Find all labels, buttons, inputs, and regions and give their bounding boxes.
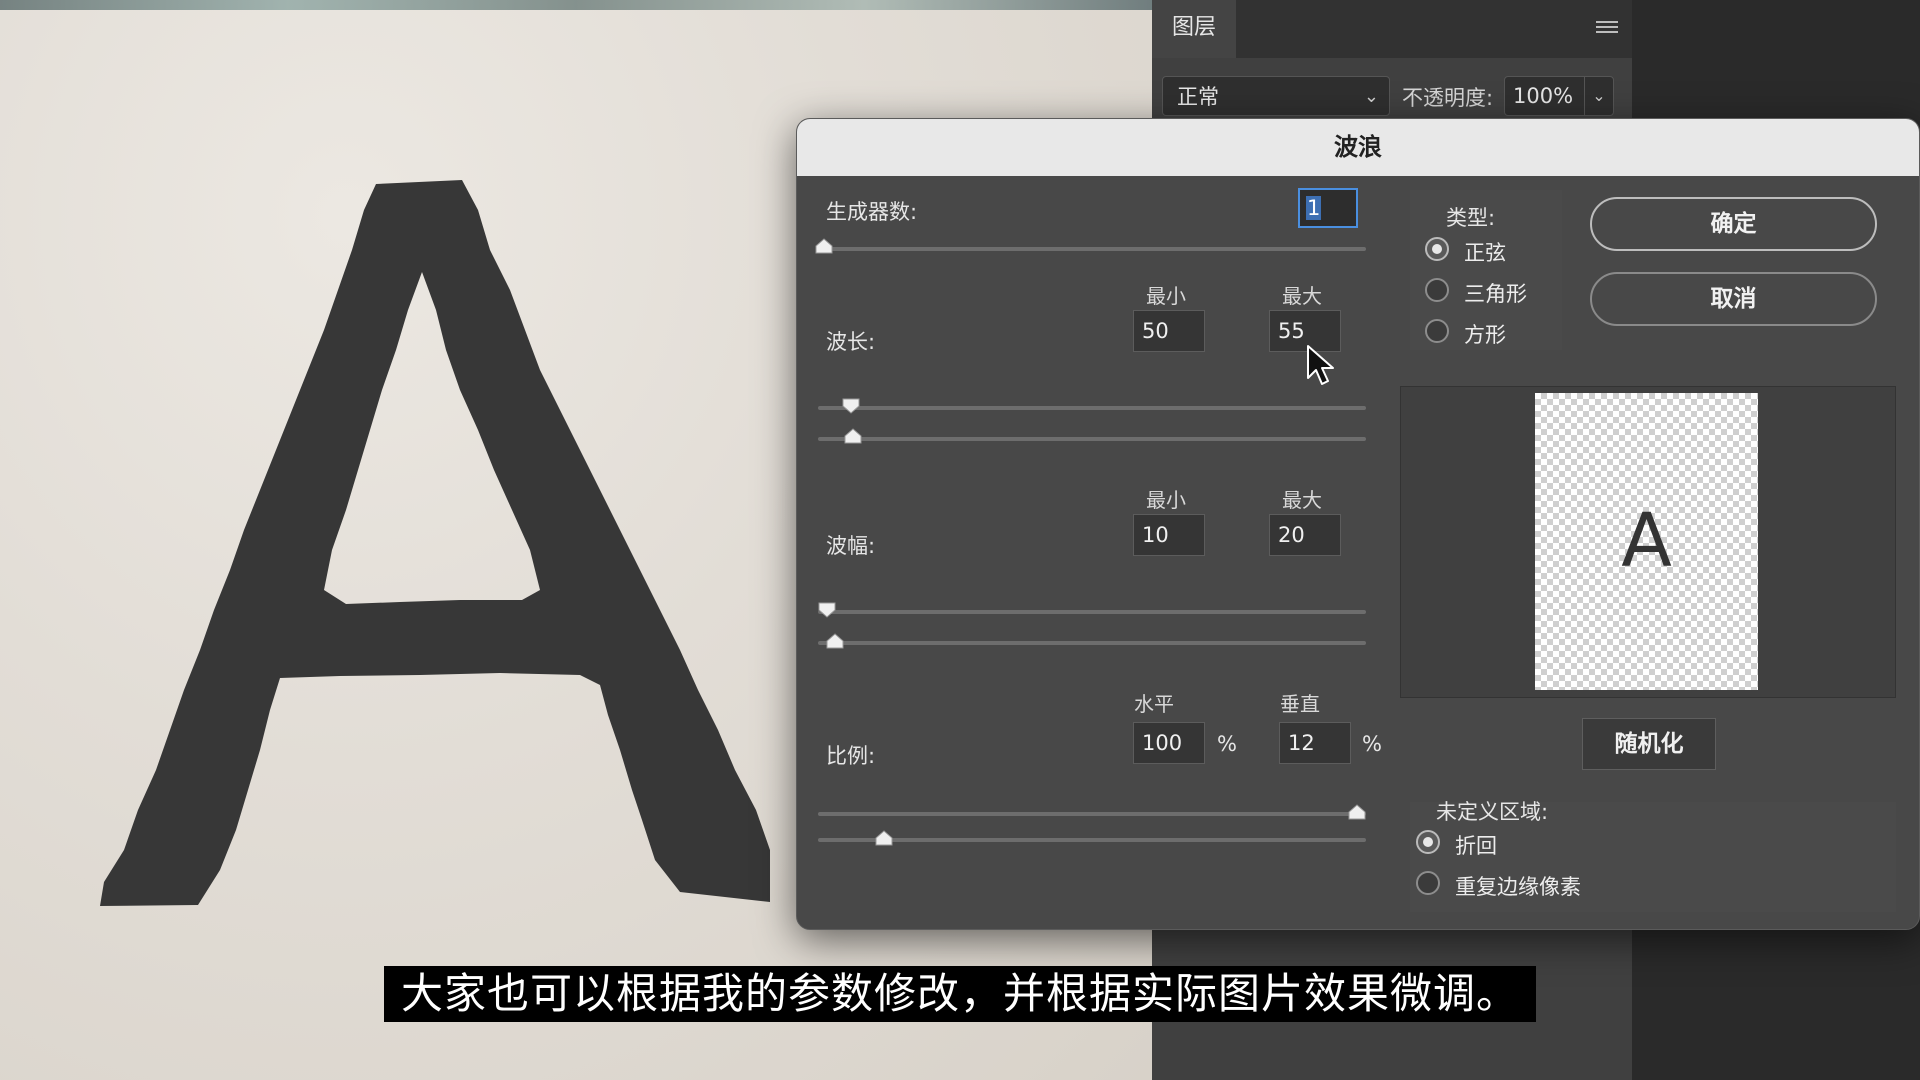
- wavelength-min-slider[interactable]: [818, 406, 1366, 410]
- opacity-value: 100%: [1513, 84, 1574, 108]
- wavelength-min-thumb[interactable]: [842, 398, 860, 414]
- wavy-letter-a: [100, 180, 770, 906]
- scale-vertical-slider[interactable]: [818, 838, 1366, 842]
- scale-label: 比例:: [826, 744, 876, 768]
- type-label: 类型:: [1446, 206, 1496, 230]
- image-top-edge: [0, 0, 1152, 10]
- type-radio-square[interactable]: [1425, 319, 1449, 343]
- blend-mode-select[interactable]: 正常 ⌄: [1162, 76, 1390, 116]
- cancel-button[interactable]: 取消: [1590, 272, 1877, 326]
- amplitude-min-input[interactable]: 10: [1133, 514, 1205, 556]
- scale-horizontal-thumb[interactable]: [1348, 804, 1366, 820]
- scale-vertical-input[interactable]: 12: [1279, 722, 1351, 764]
- wrap-around-radio[interactable]: [1416, 830, 1440, 854]
- scale-vertical-unit: %: [1362, 732, 1382, 756]
- blend-mode-value: 正常: [1177, 85, 1219, 109]
- amplitude-min-label: 最小: [1146, 488, 1186, 512]
- generators-label: 生成器数:: [826, 200, 918, 224]
- wavelength-label: 波长:: [826, 330, 876, 354]
- type-option-square[interactable]: 方形: [1464, 319, 1506, 349]
- ok-button[interactable]: 确定: [1590, 197, 1877, 251]
- scale-horizontal-unit: %: [1217, 732, 1237, 756]
- repeat-edge-pixels-option[interactable]: 重复边缘像素: [1455, 871, 1581, 901]
- preview-thumbnail: A: [1535, 393, 1758, 690]
- amplitude-label: 波幅:: [826, 534, 876, 558]
- preview-letter: A: [1621, 498, 1672, 584]
- wavelength-min-input[interactable]: 50: [1133, 310, 1205, 352]
- wavelength-max-thumb[interactable]: [844, 428, 862, 444]
- generators-slider[interactable]: [818, 247, 1366, 251]
- dialog-title: 波浪: [797, 119, 1919, 176]
- opacity-field[interactable]: 100% ⌄: [1504, 76, 1614, 116]
- panel-menu-icon[interactable]: [1596, 18, 1618, 36]
- type-option-sine[interactable]: 正弦: [1464, 237, 1506, 267]
- amplitude-min-slider[interactable]: [818, 610, 1366, 614]
- wavelength-min-label: 最小: [1146, 284, 1186, 308]
- type-radio-triangle[interactable]: [1425, 278, 1449, 302]
- chevron-down-icon: ⌄: [1363, 86, 1379, 107]
- repeat-edge-pixels-radio[interactable]: [1416, 871, 1440, 895]
- tab-layers[interactable]: 图层: [1152, 0, 1236, 58]
- amplitude-max-slider[interactable]: [818, 641, 1366, 645]
- amplitude-max-input[interactable]: 20: [1269, 514, 1341, 556]
- wrap-around-option[interactable]: 折回: [1455, 830, 1497, 860]
- mouse-cursor-icon: [1307, 345, 1334, 385]
- amplitude-max-label: 最大: [1282, 488, 1322, 512]
- generators-slider-thumb[interactable]: [815, 238, 833, 254]
- scale-vertical-label: 垂直: [1280, 692, 1320, 716]
- generators-input[interactable]: 1: [1298, 188, 1358, 228]
- undefined-area-label: 未定义区域:: [1436, 800, 1549, 824]
- type-radio-sine[interactable]: [1425, 237, 1449, 261]
- type-option-triangle[interactable]: 三角形: [1464, 278, 1527, 308]
- scale-horizontal-slider[interactable]: [818, 812, 1366, 816]
- chevron-down-icon[interactable]: ⌄: [1584, 77, 1613, 115]
- scale-horizontal-input[interactable]: 100: [1133, 722, 1205, 764]
- wavelength-max-slider[interactable]: [818, 437, 1366, 441]
- randomize-button[interactable]: 随机化: [1582, 718, 1716, 770]
- amplitude-min-thumb[interactable]: [818, 602, 836, 618]
- scale-horizontal-label: 水平: [1134, 692, 1174, 716]
- amplitude-max-thumb[interactable]: [826, 633, 844, 649]
- wavelength-max-label: 最大: [1282, 284, 1322, 308]
- video-subtitle: 大家也可以根据我的参数修改，并根据实际图片效果微调。: [384, 966, 1536, 1022]
- opacity-label: 不透明度:: [1402, 86, 1494, 110]
- scale-vertical-thumb[interactable]: [875, 830, 893, 846]
